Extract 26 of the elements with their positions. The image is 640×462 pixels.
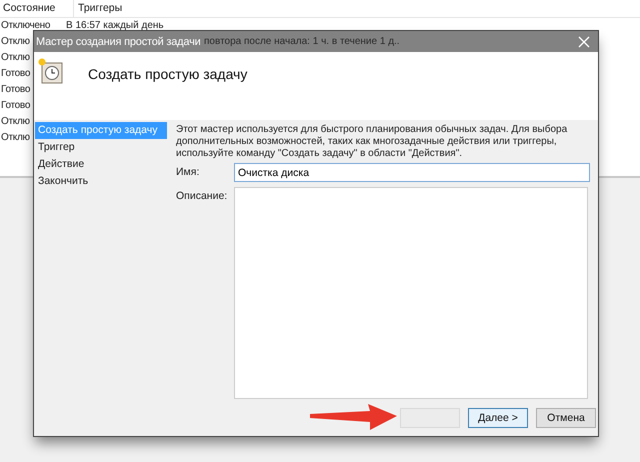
- table-cell-text: Готово: [0, 67, 30, 81]
- field-label: Описание:: [176, 189, 228, 204]
- table-cell-text: Готово: [0, 99, 30, 113]
- table-cell-text: Отклю: [0, 35, 30, 49]
- calendar-clock-icon: [38, 58, 64, 84]
- table-cell-text: Отклю: [0, 115, 30, 129]
- table-cell-text: Отклю: [0, 51, 30, 65]
- column-header[interactable]: Триггеры: [74, 0, 122, 17]
- window-title: Мастер создания простой задачи: [36, 36, 201, 48]
- table-cell-text: Отключено: [0, 19, 50, 33]
- description-field[interactable]: [234, 187, 588, 399]
- wizard-step[interactable]: Триггер: [35, 139, 167, 156]
- cancel-button[interactable]: Отмена: [536, 408, 596, 428]
- next-button[interactable]: Далее >: [468, 408, 528, 428]
- wizard-heading: Создать простую задачу: [88, 66, 248, 82]
- wizard-step[interactable]: Закончить: [35, 173, 167, 190]
- field-label: Имя:: [176, 165, 200, 180]
- table-cell-text: Готово: [0, 83, 30, 97]
- wizard-step[interactable]: Действие: [35, 156, 167, 173]
- table-cell-text: Отклю: [0, 131, 30, 145]
- column-header[interactable]: Состояние: [0, 0, 74, 17]
- intro-text: Этот мастер используется для быстрого планирования обычных задач. Для выбора дополнительных возможностей, таких как многозадачные действия или триггеры, используйте команду "Создать задачу" в области "Действия".: [176, 124, 568, 160]
- close-icon: [578, 36, 590, 48]
- table-cell-text: повтора после начала: 1 ч. в течение 1 д..: [204, 35, 400, 49]
- name-field[interactable]: Очистка диска: [234, 163, 590, 182]
- table-cell-text: В 16:57 каждый день: [65, 19, 164, 33]
